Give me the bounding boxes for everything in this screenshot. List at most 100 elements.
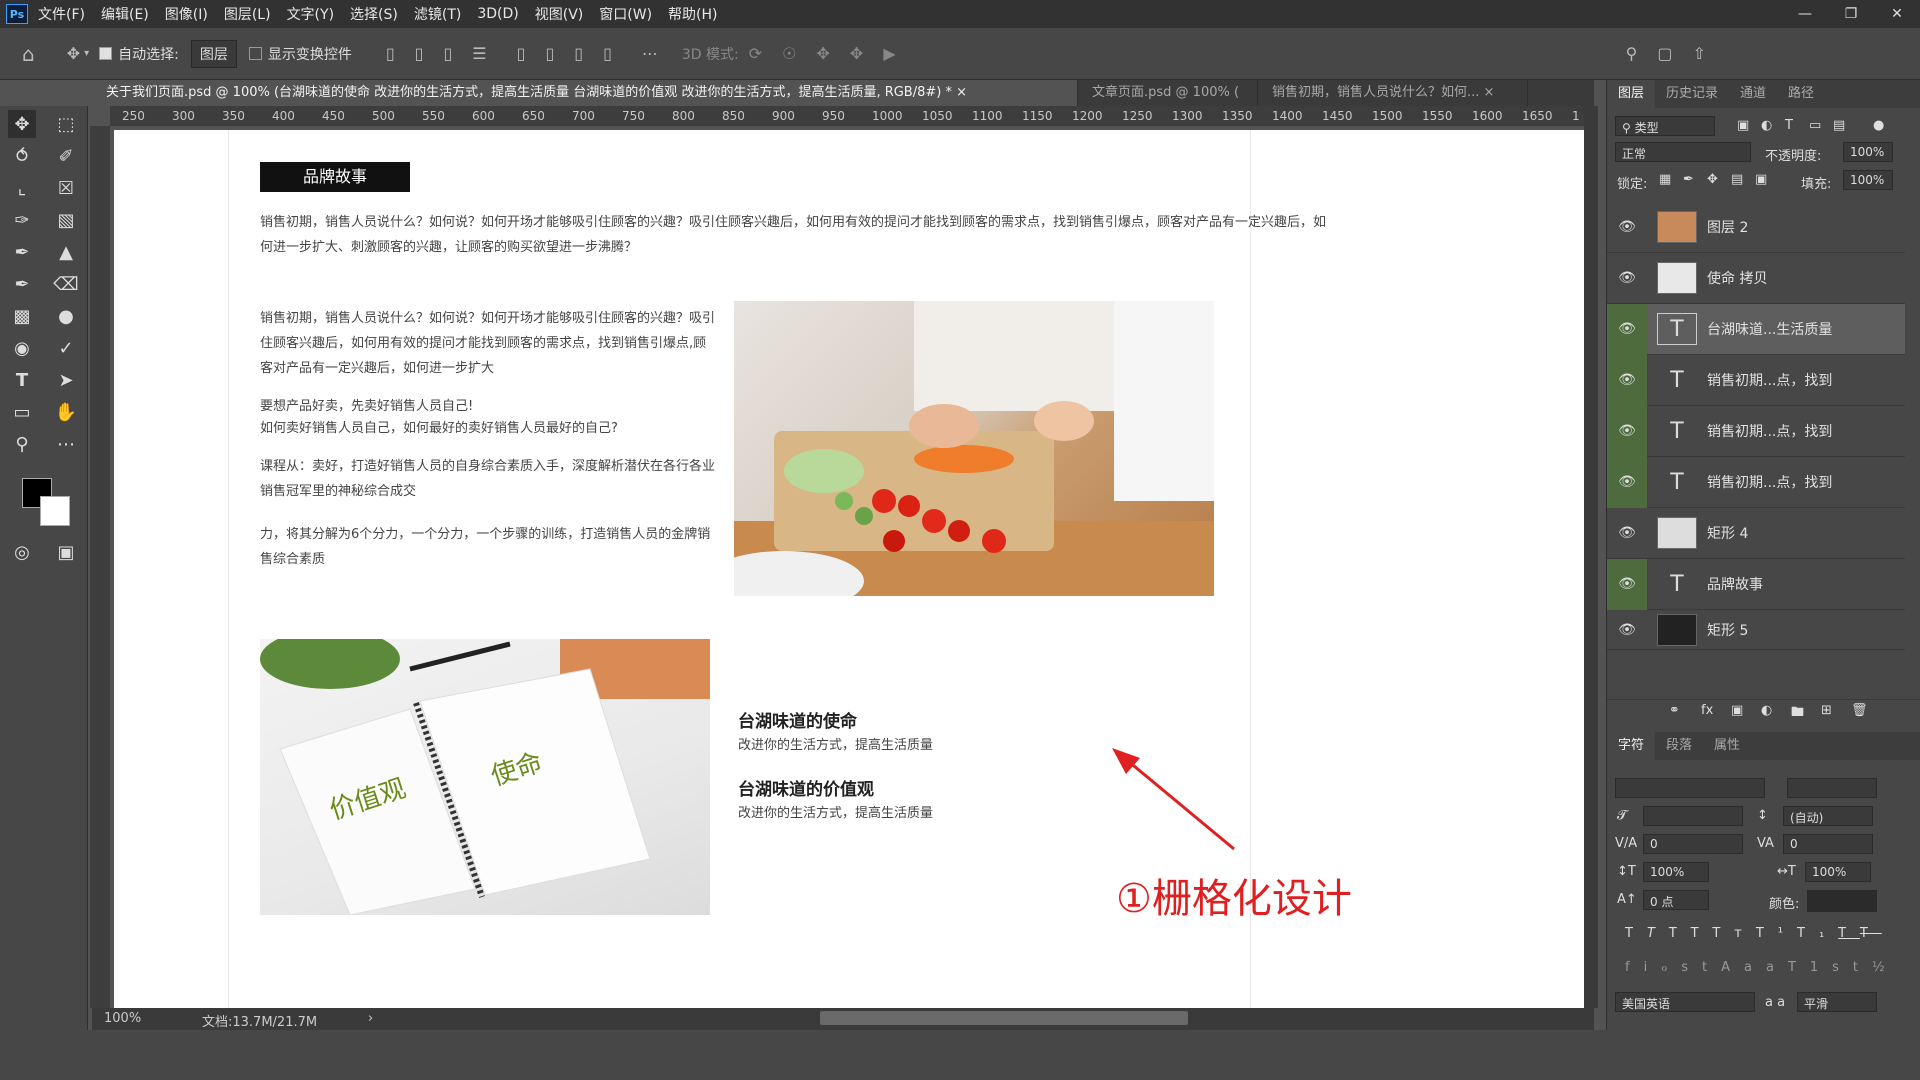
- type-tool-icon[interactable]: T: [8, 366, 36, 394]
- trash-icon[interactable]: 🗑: [1851, 703, 1868, 718]
- tab-about-page[interactable]: 关于我们页面.psd @ 100% (台湖味道的使命 改进你的生活方式，提高生活…: [92, 80, 1078, 106]
- folder-icon[interactable]: 🖿: [1791, 703, 1804, 725]
- chevron-right-icon[interactable]: ›: [368, 1011, 373, 1026]
- background-color-swatch[interactable]: [40, 496, 70, 526]
- layer-visibility-toggle[interactable]: 👁: [1607, 202, 1647, 253]
- kerning-field[interactable]: 0: [1643, 834, 1743, 854]
- layer-visibility-toggle[interactable]: 👁: [1607, 558, 1647, 610]
- eyedropper-tool-icon[interactable]: ✑: [8, 206, 36, 234]
- frame-tool-icon[interactable]: ☒: [52, 174, 80, 202]
- tab-history[interactable]: 历史记录: [1655, 80, 1729, 108]
- all-caps-icon[interactable]: TT: [1669, 926, 1712, 941]
- fx-icon[interactable]: fx: [1701, 703, 1713, 718]
- underline-icon[interactable]: T: [1838, 926, 1860, 941]
- menu-window[interactable]: 窗口(W): [599, 4, 652, 24]
- move-tool-icon[interactable]: ✥: [8, 110, 36, 138]
- close-icon[interactable]: ✕: [1874, 0, 1920, 28]
- filter-toggle-icon[interactable]: ●: [1873, 118, 1884, 133]
- history-brush-tool-icon[interactable]: ✒: [8, 270, 36, 298]
- faux-italic-icon[interactable]: T: [1647, 926, 1669, 941]
- tab-channels[interactable]: 通道: [1729, 80, 1777, 108]
- menu-help[interactable]: 帮助(H): [668, 4, 717, 24]
- share-icon[interactable]: ⇧: [1692, 44, 1705, 63]
- font-family-select[interactable]: [1615, 778, 1765, 798]
- lock-pixels-icon[interactable]: ✒: [1683, 172, 1694, 187]
- marquee-tool-icon[interactable]: ⬚: [52, 110, 80, 138]
- lasso-tool-icon[interactable]: ⥀: [8, 142, 36, 170]
- filter-smart-icon[interactable]: ▤: [1833, 118, 1845, 133]
- menu-select[interactable]: 选择(S): [350, 4, 398, 24]
- rectangle-tool-icon[interactable]: ▭: [8, 398, 36, 426]
- faux-bold-icon[interactable]: T: [1625, 926, 1647, 941]
- font-style-select[interactable]: [1787, 778, 1877, 798]
- tab-layers[interactable]: 图层: [1607, 80, 1656, 108]
- menu-view[interactable]: 视图(V): [535, 4, 584, 24]
- minimize-icon[interactable]: —: [1782, 0, 1828, 28]
- close-icon[interactable]: ×: [1484, 85, 1495, 100]
- titling-icon[interactable]: aa: [1744, 960, 1788, 975]
- filter-type-icon[interactable]: T: [1785, 118, 1793, 133]
- opacity-field[interactable]: 100%: [1843, 142, 1893, 162]
- antialias-select[interactable]: 平滑: [1797, 992, 1877, 1012]
- ordinals-icon[interactable]: 1st: [1810, 960, 1872, 975]
- strikethrough-icon[interactable]: T: [1860, 926, 1882, 941]
- lock-position-icon[interactable]: ✥: [1707, 172, 1718, 187]
- 3d-roll-icon[interactable]: ☉: [782, 44, 796, 63]
- layer-visibility-toggle[interactable]: 👁: [1607, 354, 1647, 406]
- baseline-field[interactable]: 0 点: [1643, 890, 1709, 910]
- vertical-scrollbar[interactable]: [1584, 106, 1598, 1008]
- tab-paths[interactable]: 路径: [1777, 80, 1825, 108]
- document-canvas[interactable]: 品牌故事 销售初期，销售人员说什么？如何说？如何开场才能够吸引住顾客的兴趣？吸引…: [114, 130, 1584, 1008]
- distribute-icon[interactable]: ☰: [472, 44, 486, 63]
- small-caps-icon[interactable]: Tт: [1712, 926, 1756, 941]
- tab-properties[interactable]: 属性: [1703, 732, 1751, 760]
- zoom-level[interactable]: 100%: [104, 1011, 141, 1026]
- pen-tool-icon[interactable]: ✓: [52, 334, 80, 362]
- link-icon[interactable]: ⚭: [1669, 703, 1680, 718]
- dodge-tool-icon[interactable]: ◉: [8, 334, 36, 362]
- tab-sales[interactable]: 销售初期，销售人员说什么？如何... ×: [1258, 80, 1528, 106]
- brush-tool-icon[interactable]: ✒: [8, 238, 36, 266]
- 3d-orbit-icon[interactable]: ⟳: [749, 44, 762, 63]
- blur-tool-icon[interactable]: ●: [52, 302, 80, 330]
- new-layer-icon[interactable]: ⊞: [1821, 703, 1832, 718]
- eraser-tool-icon[interactable]: ⌫: [52, 270, 80, 298]
- vertical-scale-field[interactable]: 100%: [1643, 862, 1709, 882]
- layer-visibility-toggle[interactable]: 👁: [1607, 405, 1647, 457]
- filter-image-icon[interactable]: ▣: [1737, 118, 1749, 133]
- quick-select-tool-icon[interactable]: ✐: [52, 142, 80, 170]
- auto-select-dropdown[interactable]: 图层: [190, 39, 237, 68]
- tab-article-page[interactable]: 文章页面.psd @ 100% (: [1078, 80, 1258, 106]
- align-right-icon[interactable]: ▯: [443, 44, 452, 63]
- crop-tool-icon[interactable]: ⌞: [8, 174, 36, 202]
- menu-filter[interactable]: 滤镜(T): [414, 4, 461, 24]
- 3d-slide-icon[interactable]: ✥: [850, 44, 863, 63]
- tab-paragraph[interactable]: 段落: [1655, 732, 1703, 760]
- horizontal-scrollbar[interactable]: [820, 1011, 1188, 1025]
- healing-tool-icon[interactable]: ▧: [52, 206, 80, 234]
- layer-visibility-toggle[interactable]: 👁: [1607, 604, 1647, 655]
- filter-adjust-icon[interactable]: ◐: [1761, 118, 1772, 133]
- ligature-icon[interactable]: fi: [1625, 960, 1661, 975]
- ordinal-icon[interactable]: T: [1788, 960, 1810, 975]
- align-left-icon[interactable]: ▯: [386, 44, 395, 63]
- layer-filter-select[interactable]: ⚲ 类型: [1615, 116, 1715, 136]
- fractions-icon[interactable]: ½: [1872, 960, 1899, 975]
- chevron-down-icon[interactable]: ▾: [84, 48, 89, 59]
- align-bottom-icon[interactable]: ▯: [574, 44, 583, 63]
- layer-row[interactable]: 👁 矩形 4: [1607, 508, 1905, 559]
- layer-row[interactable]: 👁 T 销售初期...点，找到: [1607, 405, 1905, 457]
- layer-visibility-toggle[interactable]: 👁: [1607, 456, 1647, 508]
- lock-transparent-icon[interactable]: ▦: [1659, 172, 1671, 187]
- filter-shape-icon[interactable]: ▭: [1809, 118, 1821, 133]
- 3d-pan-icon[interactable]: ✥: [817, 44, 830, 63]
- menu-layer[interactable]: 图层(L): [224, 4, 271, 24]
- screen-mode-icon[interactable]: ▣: [52, 538, 80, 566]
- discretionary-icon[interactable]: ℴ: [1661, 960, 1681, 975]
- superscript-icon[interactable]: T¹: [1756, 926, 1797, 941]
- search-icon[interactable]: ⚲: [1626, 44, 1638, 63]
- adjustment-icon[interactable]: ◐: [1761, 703, 1772, 718]
- menu-type[interactable]: 文字(Y): [287, 4, 334, 24]
- layer-row[interactable]: 👁 图层 2: [1607, 202, 1905, 253]
- font-size-field[interactable]: [1643, 806, 1743, 826]
